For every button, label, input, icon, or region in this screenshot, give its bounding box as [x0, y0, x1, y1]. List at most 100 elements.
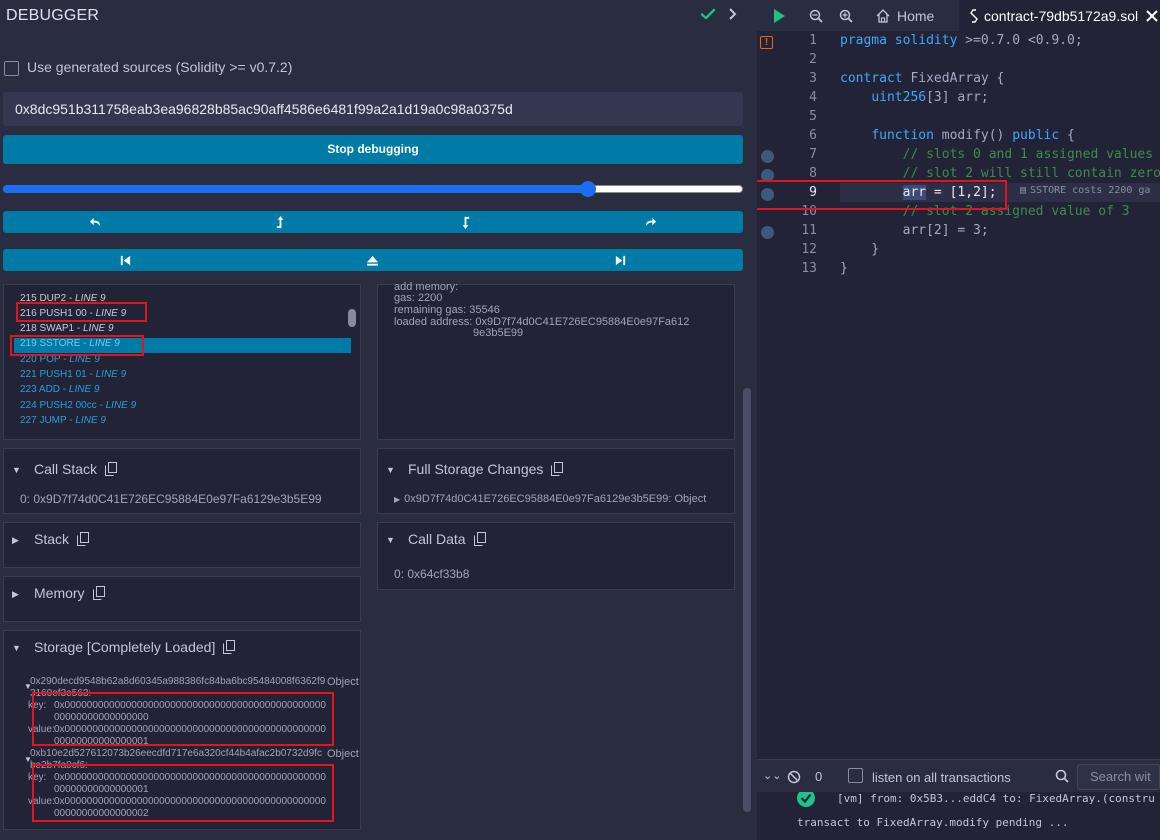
call-data-value: 0: 0x64cf33b8 [394, 567, 470, 581]
opcode-scrollbar[interactable] [348, 309, 356, 327]
pending-count: 0 [815, 769, 823, 784]
breakpoint-marker[interactable] [761, 226, 774, 239]
jump-previous-breakpoint-button[interactable] [33, 249, 218, 271]
panel-header: DEBUGGER [0, 0, 757, 32]
step-into-button[interactable] [373, 211, 558, 233]
step-over-forward-button[interactable] [558, 211, 743, 233]
call-stack-value: 0: 0x9D7f74d0C41E726EC95884E0e97Fa6129e3… [20, 492, 322, 506]
check-icon [700, 8, 716, 20]
opcode-row-selected[interactable]: 219 SSTORE - LINE 9 [14, 338, 351, 353]
opcode-row[interactable]: 216 PUSH1 00 - LINE 9 [20, 308, 126, 323]
listen-checkbox[interactable] [848, 768, 863, 783]
opcode-row[interactable]: 215 DUP2 - LINE 9 [20, 293, 106, 308]
copy-icon[interactable] [223, 640, 236, 654]
code-line: 5 [809, 109, 817, 124]
success-check-icon [797, 792, 815, 807]
caret-down-icon: ▼ [12, 465, 21, 476]
full-storage-changes-header[interactable]: ▼ Full Storage Changes [386, 461, 564, 479]
copy-icon[interactable] [77, 532, 90, 546]
opcode-list[interactable]: 215 DUP2 - LINE 9 216 PUSH1 00 - LINE 9 … [3, 284, 361, 440]
memory-section: ▶ Memory [3, 576, 361, 622]
zoom-out-button[interactable] [809, 0, 823, 31]
opcode-row[interactable]: 223 ADD - LINE 9 [20, 384, 100, 399]
object-label: Object [327, 676, 359, 688]
full-storage-entry[interactable]: ▶ 0x9D7f74d0C41E726EC95884E0e97Fa6129e3b5… [394, 493, 706, 505]
step-over-back-icon [89, 217, 101, 226]
full-storage-changes-section: ▼ Full Storage Changes ▶ 0x9D7f74d0C41E726… [377, 448, 735, 514]
slider-thumb[interactable] [579, 181, 596, 197]
jump-out-button[interactable] [280, 249, 465, 271]
step-controls [3, 211, 743, 233]
jump-next-breakpoint-button[interactable] [528, 249, 713, 271]
step-back-button[interactable] [188, 211, 373, 233]
stop-debugging-button[interactable]: Stop debugging [3, 135, 743, 164]
code-line: 6 function modify() public { [809, 128, 1075, 143]
call-stack-section: ▼ Call Stack 0: 0x9D7f74d0C41E726EC95884E… [3, 448, 361, 514]
zoom-in-button[interactable] [839, 0, 853, 31]
storage-slot-hash: 0xb10e2d527612073b26eecdfd717e6a320cf44b… [30, 748, 322, 771]
copy-icon[interactable] [473, 532, 486, 546]
opcode-row[interactable]: 227 JUMP - LINE 9 [20, 415, 106, 430]
jump-controls [3, 249, 743, 271]
step-slider[interactable] [3, 181, 743, 197]
step-back-icon [276, 215, 284, 228]
code-line: 13 } [801, 261, 848, 276]
close-icon[interactable] [1146, 9, 1158, 22]
play-icon [774, 8, 785, 23]
code-line: 8 // slot 2 will still contain zero [757, 166, 1160, 185]
call-data-section: ▼ Call Data 0: 0x64cf33b8 [377, 522, 735, 590]
solidity-icon [970, 8, 978, 23]
step-over-back-button[interactable] [3, 211, 188, 233]
code-line: ! 1 pragma solidity >=0.7.0 <0.9.0; [757, 33, 1160, 52]
storage-section: ▼ Storage [Completely Loaded] ▼ 0x290decd… [3, 630, 361, 830]
debugger-panel: DEBUGGER Use generated sources (Solidity… [0, 0, 757, 840]
opcode-row[interactable]: 218 SWAP1 - LINE 9 [20, 323, 114, 338]
tab-home[interactable]: Home [867, 0, 942, 31]
stack-header[interactable]: ▶ Stack [12, 531, 90, 549]
code-line: 7 // slots 0 and 1 assigned values o [757, 147, 1160, 166]
code-line: 12 } [801, 242, 880, 257]
zoom-in-icon [839, 9, 853, 23]
log-entry[interactable]: [vm] from: 0x5B3...eddC4 to: FixedArray.… [837, 792, 1155, 805]
use-generated-sources-checkbox[interactable] [4, 61, 19, 76]
call-stack-header[interactable]: ▼ Call Stack [12, 461, 118, 479]
document-icon: ▤ [1020, 185, 1027, 196]
step-over-forward-icon [645, 217, 657, 226]
caret-down-icon: ▼ [386, 535, 395, 546]
gas-annotation: ▤ SSTORE costs 2200 ga [1020, 185, 1151, 196]
eject-icon [366, 255, 379, 266]
breakpoint-marker[interactable] [761, 188, 774, 201]
storage-header[interactable]: ▼ Storage [Completely Loaded] [12, 639, 236, 657]
opcode-row[interactable]: 224 PUSH2 00cc - LINE 9 [20, 400, 136, 415]
panel-title: DEBUGGER [6, 7, 100, 24]
opcode-row[interactable]: 221 PUSH1 01 - LINE 9 [20, 369, 126, 384]
caret-right-icon: ▶ [12, 534, 19, 545]
opcode-row[interactable]: 220 POP - LINE 9 [20, 354, 100, 369]
loaded-address-detail: loaded address: 0x9D7f74d0C41E726EC95884… [394, 316, 690, 328]
call-data-header[interactable]: ▼ Call Data [386, 531, 486, 549]
terminal-search-input[interactable]: Search wit [1077, 764, 1160, 790]
code-line: 4 uint256[3] arr; [809, 90, 989, 105]
copy-icon[interactable] [551, 462, 564, 476]
terminal-output: [vm] from: 0x5B3...eddC4 to: FixedArray.… [757, 792, 1160, 840]
clear-console-icon[interactable] [787, 770, 801, 784]
search-icon [1055, 769, 1069, 783]
step-into-icon [462, 216, 470, 229]
run-button[interactable] [771, 0, 787, 31]
panel-scrollbar[interactable] [743, 388, 751, 812]
tab-contract-file[interactable]: contract-79db5172a9.sol [959, 0, 1160, 31]
collapse-terminal-icon[interactable]: ⌄⌄ [763, 769, 781, 782]
chevron-right-icon[interactable] [727, 6, 739, 22]
transaction-hash-input[interactable]: 0x8dc951b311758eab3ea96828b85ac90aff4586… [3, 92, 743, 126]
memory-header[interactable]: ▶ Memory [12, 585, 105, 603]
code-editor[interactable]: ! 1 pragma solidity >=0.7.0 <0.9.0; 2 3 … [757, 31, 1160, 759]
code-line: 2 [809, 52, 817, 67]
copy-icon[interactable] [105, 462, 118, 476]
breakpoint-marker[interactable] [761, 169, 774, 182]
copy-icon[interactable] [92, 586, 105, 600]
breakpoint-marker[interactable] [761, 150, 774, 163]
caret-right-icon: ▶ [394, 495, 401, 504]
caret-down-icon: ▼ [386, 465, 395, 476]
warning-icon[interactable]: ! [760, 36, 773, 49]
storage-slot-hash: 0x290decd9548b62a8d60345a988386fc84ba6bc… [30, 676, 326, 699]
